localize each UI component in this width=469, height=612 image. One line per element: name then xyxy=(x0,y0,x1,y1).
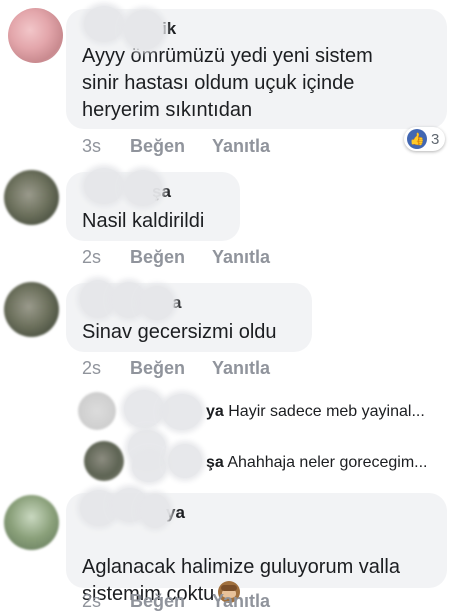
comment-actions: 2s Beğen Yanıtla xyxy=(82,358,270,379)
redaction-blur xyxy=(84,168,124,204)
reply-button[interactable]: Yanıtla xyxy=(212,136,270,157)
redaction-blur xyxy=(124,390,164,428)
reply-button[interactable]: Yanıtla xyxy=(212,591,270,612)
comment-text: Ayyy ömrümüzü yedi yeni sistem sinir has… xyxy=(82,45,373,121)
comment-actions: 3s Beğen Yanıtla xyxy=(82,136,270,157)
reaction-count: 3 xyxy=(431,130,440,148)
reply-text: Ahahhaja neler gorecegim... xyxy=(227,454,428,471)
commenter-avatar[interactable] xyxy=(4,282,59,337)
reply-author: şa xyxy=(206,454,224,471)
redaction-blur xyxy=(140,286,174,320)
redaction-blur xyxy=(124,10,164,50)
redaction-blur xyxy=(140,494,170,528)
commenter-avatar[interactable] xyxy=(4,170,59,225)
comment-actions: 2s Beğen Yanıtla xyxy=(82,247,270,268)
reply-preview[interactable]: şa Ahahhaja neler gorecegim... xyxy=(206,454,427,472)
reply-button[interactable]: Yanıtla xyxy=(212,358,270,379)
redaction-blur xyxy=(162,394,202,430)
reply-button[interactable]: Yanıtla xyxy=(212,247,270,268)
reply-avatar[interactable] xyxy=(78,392,116,430)
redaction-blur xyxy=(124,170,162,206)
comment-actions: 2s Beğen Yanıtla xyxy=(82,591,270,612)
redaction-blur xyxy=(168,444,202,478)
redaction-blur xyxy=(84,6,124,42)
comment-time: 2s xyxy=(82,591,102,611)
comment-time: 2s xyxy=(82,247,102,267)
reaction-summary[interactable]: 👍 3 xyxy=(404,127,446,151)
reply-author: ya xyxy=(206,403,224,420)
like-button[interactable]: Beğen xyxy=(130,247,212,268)
comment-text: Sinav gecersizmi oldu xyxy=(82,321,277,343)
reply-preview[interactable]: ya Hayir sadece meb yayinal... xyxy=(206,403,425,421)
redaction-blur xyxy=(80,280,116,318)
like-button[interactable]: Beğen xyxy=(130,136,212,157)
commenter-avatar[interactable] xyxy=(8,8,63,63)
thumbs-up-icon: 👍 xyxy=(407,129,427,149)
comment-time: 2s xyxy=(82,358,102,378)
commenter-avatar[interactable] xyxy=(4,495,59,550)
like-button[interactable]: Beğen xyxy=(130,591,212,612)
comment-time: 3s xyxy=(82,136,102,156)
comment-text: Nasil kaldirildi xyxy=(82,210,205,232)
reply-avatar[interactable] xyxy=(84,441,124,481)
reply-text: Hayir sadece meb yayinal... xyxy=(228,403,425,420)
like-button[interactable]: Beğen xyxy=(130,358,212,379)
redaction-blur xyxy=(132,452,166,482)
